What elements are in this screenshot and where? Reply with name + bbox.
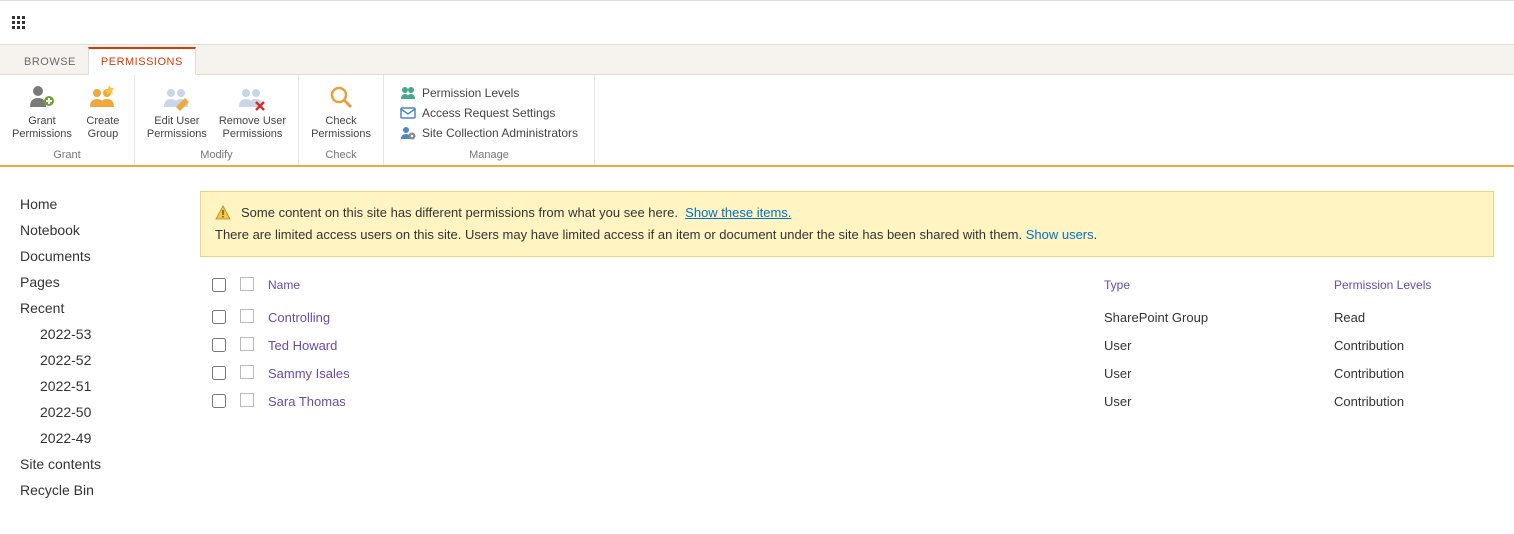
create-group-button[interactable]: CreateGroup — [78, 79, 128, 147]
table-row: Sara Thomas User Contribution — [200, 387, 1494, 415]
check-permissions-label: CheckPermissions — [311, 115, 371, 140]
access-request-settings-label: Access Request Settings — [422, 106, 555, 120]
permissions-table-header: Name Type Permission Levels — [200, 271, 1494, 303]
suite-bar — [0, 0, 1514, 45]
principal-type: User — [1104, 394, 1334, 409]
remove-user-permissions-label: Remove UserPermissions — [219, 115, 286, 140]
permission-levels-icon — [400, 85, 416, 101]
quick-launch-nav: Home Notebook Documents Pages Recent 202… — [0, 191, 200, 503]
nav-home[interactable]: Home — [20, 191, 200, 217]
ribbon: GrantPermissions CreateGroup Grant — [0, 75, 1514, 167]
ribbon-group-manage-title: Manage — [469, 147, 509, 163]
nav-recent-sub: 2022-53 2022-52 2022-51 2022-50 2022-49 — [20, 321, 200, 451]
check-permissions-button[interactable]: CheckPermissions — [305, 79, 377, 147]
ribbon-group-modify: Edit UserPermissions Remove UserPermissi… — [135, 75, 299, 165]
nav-recent-item[interactable]: 2022-52 — [40, 347, 200, 373]
select-all-checkbox[interactable] — [212, 278, 226, 292]
tab-permissions[interactable]: PERMISSIONS — [88, 47, 196, 75]
site-collection-administrators-icon — [400, 125, 416, 141]
create-group-icon — [87, 81, 119, 113]
item-type-icon — [240, 309, 254, 323]
notice-line2-text-a: There are limited access users on this s… — [215, 227, 1026, 242]
site-collection-administrators-label: Site Collection Administrators — [422, 126, 578, 140]
site-collection-administrators-link[interactable]: Site Collection Administrators — [400, 125, 578, 141]
row-checkbox[interactable] — [212, 338, 226, 352]
ribbon-group-check: CheckPermissions Check — [299, 75, 384, 165]
header-type[interactable]: Type — [1104, 278, 1334, 292]
show-users-link[interactable]: Show users — [1026, 227, 1094, 242]
row-checkbox[interactable] — [212, 310, 226, 324]
table-row: Sammy Isales User Contribution — [200, 359, 1494, 387]
tab-browse[interactable]: BROWSE — [12, 49, 88, 74]
app-launcher-icon[interactable] — [12, 16, 26, 30]
principal-name-link[interactable]: Ted Howard — [268, 338, 337, 353]
permission-level: Contribution — [1334, 338, 1494, 353]
ribbon-group-grant: GrantPermissions CreateGroup Grant — [0, 75, 135, 165]
notice-line2-text-b: . — [1094, 227, 1098, 242]
principal-type: User — [1104, 366, 1334, 381]
principal-type: User — [1104, 338, 1334, 353]
principal-name-link[interactable]: Controlling — [268, 310, 330, 325]
permission-levels-link[interactable]: Permission Levels — [400, 85, 578, 101]
nav-recent[interactable]: Recent — [20, 295, 200, 321]
access-request-settings-icon — [400, 105, 416, 121]
remove-user-permissions-button[interactable]: Remove UserPermissions — [213, 79, 292, 147]
access-request-settings-link[interactable]: Access Request Settings — [400, 105, 578, 121]
grant-permissions-button[interactable]: GrantPermissions — [6, 79, 78, 147]
check-permissions-icon — [325, 81, 357, 113]
content-area: Home Notebook Documents Pages Recent 202… — [0, 167, 1514, 503]
ribbon-group-manage: Permission Levels Access Request Setting… — [384, 75, 595, 165]
permission-level: Contribution — [1334, 366, 1494, 381]
table-row: Controlling SharePoint Group Read — [200, 303, 1494, 331]
permission-levels-label: Permission Levels — [422, 86, 519, 100]
header-name[interactable]: Name — [268, 278, 1104, 292]
ribbon-group-modify-title: Modify — [200, 147, 232, 163]
item-type-icon — [240, 337, 254, 351]
nav-recent-item[interactable]: 2022-49 — [40, 425, 200, 451]
permissions-notice: Some content on this site has different … — [200, 191, 1494, 257]
main-content: Some content on this site has different … — [200, 191, 1514, 503]
nav-notebook[interactable]: Notebook — [20, 217, 200, 243]
show-these-items-link[interactable]: Show these items. — [685, 205, 791, 220]
notice-line1-text: Some content on this site has different … — [241, 205, 678, 220]
row-checkbox[interactable] — [212, 394, 226, 408]
permission-level: Read — [1334, 310, 1494, 325]
ribbon-tabs: BROWSE PERMISSIONS — [0, 45, 1514, 75]
edit-user-permissions-button[interactable]: Edit UserPermissions — [141, 79, 213, 147]
item-type-icon — [240, 365, 254, 379]
principal-name-link[interactable]: Sammy Isales — [268, 366, 350, 381]
row-checkbox[interactable] — [212, 366, 226, 380]
nav-site-contents[interactable]: Site contents — [20, 451, 200, 477]
nav-pages[interactable]: Pages — [20, 269, 200, 295]
table-row: Ted Howard User Contribution — [200, 331, 1494, 359]
nav-documents[interactable]: Documents — [20, 243, 200, 269]
nav-recent-item[interactable]: 2022-51 — [40, 373, 200, 399]
edit-user-permissions-icon — [161, 81, 193, 113]
ribbon-group-check-title: Check — [325, 147, 356, 163]
grant-permissions-icon — [26, 81, 58, 113]
nav-recent-item[interactable]: 2022-50 — [40, 399, 200, 425]
ribbon-group-grant-title: Grant — [53, 147, 81, 163]
item-type-icon — [240, 393, 254, 407]
header-levels[interactable]: Permission Levels — [1334, 278, 1494, 292]
item-type-header-icon — [240, 277, 254, 291]
principal-type: SharePoint Group — [1104, 310, 1334, 325]
permissions-table: Name Type Permission Levels Controlling … — [200, 271, 1494, 415]
permission-level: Contribution — [1334, 394, 1494, 409]
remove-user-permissions-icon — [236, 81, 268, 113]
principal-name-link[interactable]: Sara Thomas — [268, 394, 346, 409]
create-group-label: CreateGroup — [86, 115, 119, 140]
nav-recent-item[interactable]: 2022-53 — [40, 321, 200, 347]
warning-icon — [215, 205, 231, 221]
edit-user-permissions-label: Edit UserPermissions — [147, 115, 207, 140]
grant-permissions-label: GrantPermissions — [12, 115, 72, 140]
nav-recycle-bin[interactable]: Recycle Bin — [20, 477, 200, 503]
